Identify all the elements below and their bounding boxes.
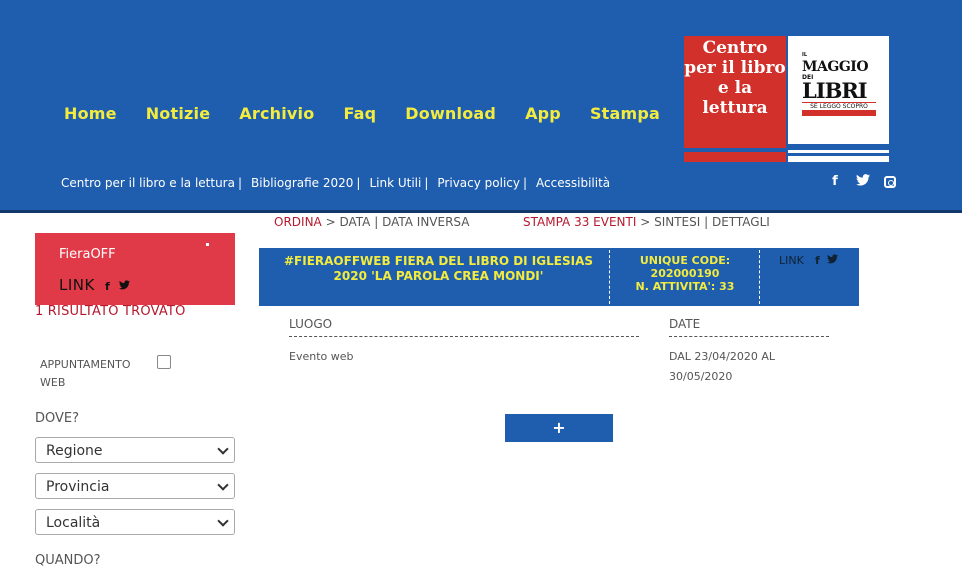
event-link-label: LINK — [779, 254, 804, 267]
twitter-icon[interactable] — [119, 280, 130, 293]
separator: | — [424, 176, 429, 190]
unique-code-value: 202000190 — [650, 267, 720, 280]
where-label: DOVE? — [35, 411, 80, 426]
nav-stampa[interactable]: Stampa — [590, 104, 660, 123]
date-value-line2: 30/05/2020 — [669, 370, 733, 383]
print-arrow: > — [640, 215, 655, 229]
social-links: f — [828, 174, 896, 190]
place-value: Evento web — [289, 350, 354, 363]
subnav-centro[interactable]: Centro per il libro e la lettura — [61, 176, 235, 190]
when-label: QUANDO? — [35, 553, 101, 566]
nav-faq[interactable]: Faq — [343, 104, 376, 123]
logo-red-text: Centro per il libro e la lettura — [684, 38, 786, 118]
book-stripe — [788, 144, 889, 150]
more-button[interactable]: + — [505, 414, 613, 442]
book-stripe — [684, 148, 786, 152]
date-value-line1: DAL 23/04/2020 AL — [669, 350, 775, 363]
logo-maggio-libri: IL MAGGIO DEI LIBRI SE LEGGO SCOPRO 2020 — [788, 36, 889, 162]
chevron-down-icon — [217, 443, 229, 455]
logo-libri: LIBRI — [802, 78, 868, 103]
logo-year: 2020 — [802, 110, 876, 116]
separator: | — [704, 215, 712, 229]
province-select[interactable]: Provincia — [35, 473, 235, 499]
region-select-value: Regione — [46, 443, 103, 459]
dot-marker — [206, 243, 209, 246]
order-data-link[interactable]: DATA — [339, 215, 370, 229]
logo-centro-libro: Centro per il libro e la lettura — [684, 36, 786, 162]
event-code: UNIQUE CODE: 202000190 N. ATTIVITA': 33 — [611, 254, 759, 293]
print-label: STAMPA 33 EVENTI — [523, 215, 637, 229]
instagram-icon[interactable] — [884, 176, 896, 188]
place-header: LUOGO — [289, 317, 333, 331]
subnav-link-utili[interactable]: Link Utili — [369, 176, 421, 190]
logo-il: IL — [802, 52, 808, 58]
divider — [759, 250, 760, 304]
chevron-down-icon — [217, 515, 229, 527]
separator: | — [523, 176, 528, 190]
fieraoff-box: FieraOFF LINK f — [35, 233, 235, 305]
appointment-web-checkbox[interactable] — [157, 355, 171, 369]
facebook-icon[interactable]: f — [105, 280, 110, 293]
subnav-bibliografie[interactable]: Bibliografie 2020 — [251, 176, 353, 190]
logo-slogan: SE LEGGO SCOPRO — [802, 102, 876, 110]
order-arrow: > — [325, 215, 340, 229]
unique-code-label: UNIQUE CODE: — [639, 254, 731, 267]
order-label: ORDINA — [274, 215, 322, 229]
separator: | — [374, 215, 383, 229]
separator: | — [356, 176, 361, 190]
facebook-icon[interactable]: f — [828, 174, 842, 190]
sub-nav: Centro per il libro e la lettura | Biblio… — [61, 176, 610, 190]
fieraoff-title[interactable]: FieraOFF — [59, 247, 116, 262]
divider — [609, 250, 610, 304]
date-header: DATE — [669, 317, 701, 331]
divider — [289, 336, 639, 337]
order-inverse-link[interactable]: DATA INVERSA — [382, 215, 469, 229]
results-count: 1 RISULTATO TROVATO — [35, 304, 186, 319]
divider — [669, 336, 829, 337]
activity-count: N. ATTIVITA': 33 — [635, 280, 735, 293]
header-border — [0, 210, 962, 213]
nav-archivio[interactable]: Archivio — [239, 104, 314, 123]
print-summary-link[interactable]: SINTESI — [654, 215, 700, 229]
subnav-accessibilita[interactable]: Accessibilità — [536, 176, 610, 190]
twitter-icon[interactable] — [827, 254, 838, 267]
nav-app[interactable]: App — [525, 104, 561, 123]
book-stripe — [788, 153, 889, 156]
order-bar: ORDINA > DATA | DATA INVERSA — [274, 215, 469, 229]
nav-home[interactable]: Home — [64, 104, 117, 123]
chevron-down-icon — [217, 479, 229, 491]
sidebar-link-label: LINK — [59, 276, 95, 294]
separator: | — [237, 176, 243, 190]
appointment-web-label: APPUNTAMENTO WEB — [40, 358, 131, 389]
book-stripe — [684, 154, 786, 157]
print-details-link[interactable]: DETTAGLI — [712, 215, 770, 229]
main-nav: Home Notizie Archivio Faq Download App S… — [64, 104, 689, 123]
region-select[interactable]: Regione — [35, 437, 235, 463]
event-title[interactable]: #FIERAOFFWEB FIERA DEL LIBRO DI IGLESIAS… — [271, 254, 606, 284]
nav-download[interactable]: Download — [405, 104, 496, 123]
page: Home Notizie Archivio Faq Download App S… — [0, 0, 962, 566]
logo-maggio: MAGGIO — [802, 59, 869, 75]
print-bar: STAMPA 33 EVENTI > SINTESI | DETTAGLI — [523, 215, 770, 229]
locality-select[interactable]: Località — [35, 509, 235, 535]
subnav-privacy[interactable]: Privacy policy — [437, 176, 520, 190]
locality-select-value: Località — [46, 515, 101, 531]
twitter-icon[interactable] — [856, 174, 870, 190]
province-select-value: Provincia — [46, 479, 110, 495]
event-card: #FIERAOFFWEB FIERA DEL LIBRO DI IGLESIAS… — [259, 248, 859, 306]
logo[interactable]: Centro per il libro e la lettura IL MAGG… — [684, 36, 889, 162]
facebook-icon[interactable]: f — [815, 254, 820, 267]
nav-notizie[interactable]: Notizie — [146, 104, 211, 123]
site-header: Home Notizie Archivio Faq Download App S… — [0, 0, 962, 210]
